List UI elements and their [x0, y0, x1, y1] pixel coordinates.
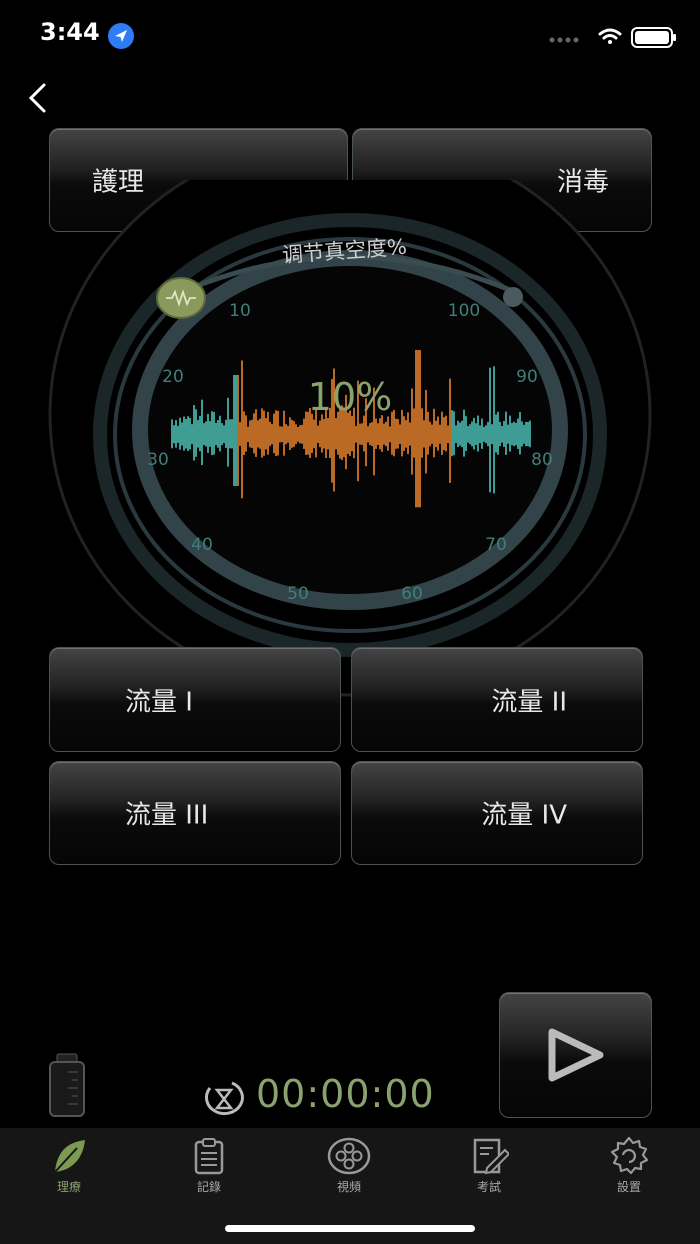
dial-tick-label: 50 [287, 584, 309, 604]
flow-2-button[interactable]: 流量 II [351, 647, 643, 752]
dial-tick-label: 60 [401, 584, 423, 604]
dial-tick-label: 10 [229, 301, 251, 321]
tab-settings-label: 設置 [616, 1180, 641, 1194]
status-time: 3:44 [40, 18, 100, 46]
play-button[interactable] [499, 992, 652, 1118]
wifi-icon [598, 28, 622, 44]
back-button[interactable] [24, 82, 52, 118]
dial-tick-label: 80 [531, 450, 553, 470]
flow-1-label: 流量 I [125, 687, 193, 717]
timer-display: 00:00:00 [256, 1072, 435, 1116]
dial-tick-label: 70 [485, 535, 507, 555]
tab-records[interactable]: 記錄 [169, 1136, 249, 1194]
tab-therapy[interactable]: 理療 [29, 1136, 109, 1194]
clipboard-icon [194, 1138, 224, 1175]
tab-records-label: 記錄 [196, 1180, 221, 1194]
leaf-icon [54, 1140, 85, 1173]
flow-4-label: 流量 IV [481, 800, 567, 831]
hourglass-icon [202, 1080, 246, 1122]
signal-icon [549, 37, 579, 43]
home-indicator [225, 1225, 475, 1232]
bottle-icon [48, 1052, 86, 1122]
chevron-left-icon [28, 83, 46, 113]
dial-tick-label: 30 [147, 450, 169, 470]
tab-exam-label: 考試 [476, 1180, 501, 1194]
tab-exam[interactable]: 考試 [449, 1136, 529, 1194]
flow-3-button[interactable]: 流量 III [49, 761, 341, 865]
dial-tick-label: 100 [448, 301, 480, 321]
vacuum-dial: 调节真空度% 1020304050 60708090100 10% [48, 180, 652, 697]
battery-icon [631, 27, 676, 48]
exam-icon [473, 1138, 511, 1175]
tab-settings[interactable]: 設置 [589, 1136, 669, 1194]
dial-tick-label: 90 [516, 367, 538, 387]
flow-1-button[interactable]: 流量 I [49, 647, 341, 752]
tab-video-label: 視頻 [336, 1180, 361, 1194]
tab-video[interactable]: 視頻 [309, 1136, 389, 1194]
dial-value: 10% [308, 375, 392, 419]
flow-4-button[interactable]: 流量 IV [351, 761, 643, 865]
dial-tick-label: 20 [162, 367, 184, 387]
gear-icon [610, 1136, 649, 1175]
film-reel-icon [327, 1137, 371, 1175]
flow-2-label: 流量 II [491, 687, 567, 717]
status-indicators [548, 24, 678, 52]
location-arrow-icon [108, 23, 134, 49]
dial-tick-label: 40 [191, 535, 213, 555]
dial-knob-icon [156, 277, 206, 319]
tab-therapy-label: 理療 [56, 1180, 81, 1194]
play-icon [548, 1028, 604, 1082]
flow-3-label: 流量 III [125, 800, 209, 831]
